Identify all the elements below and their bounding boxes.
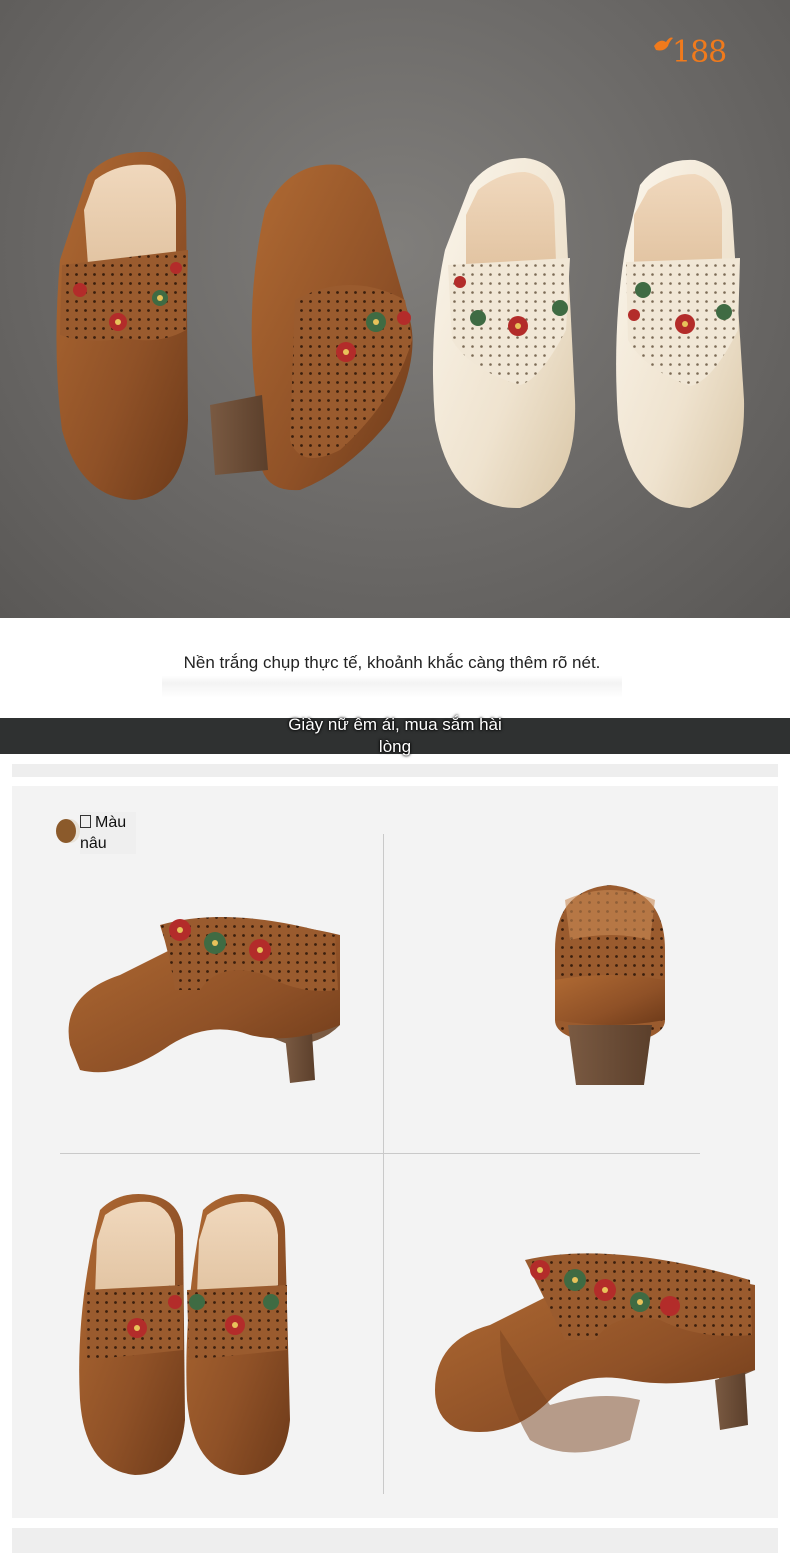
hero-shoes-illustration: [56, 151, 745, 509]
bird-logo-icon: [654, 37, 673, 51]
color-swatch: [56, 819, 76, 843]
shoe-side-view[interactable]: [50, 895, 350, 1095]
brand-logo[interactable]: 188: [652, 34, 770, 72]
product-detail-page: 188 Nền trắng chụp thực tế, khoảnh khắc …: [0, 0, 790, 1553]
shoe-back-view[interactable]: [540, 880, 680, 1095]
brown-shoe-side: [210, 164, 413, 491]
grid-vertical-divider: [383, 834, 384, 1494]
promo-banner-text: Giày nữ êm ái, mua sắm hài lòng: [288, 715, 502, 756]
section-divider: [12, 764, 778, 777]
photo-caption: Nền trắng chụp thực tế, khoảnh khắc càng…: [183, 653, 601, 672]
shoe-top-view[interactable]: [75, 1190, 300, 1480]
shoe-angled-view[interactable]: [430, 1240, 760, 1465]
cream-shoe-top-left: [432, 158, 576, 509]
brown-shoe-top: [56, 151, 188, 500]
color-option-tag[interactable]: Màu nâu: [54, 812, 150, 854]
footer-divider: [12, 1528, 778, 1553]
square-icon: [80, 815, 91, 828]
grid-horizontal-divider: [60, 1153, 700, 1154]
hero-product-photo: 188: [0, 0, 790, 618]
brand-number: 188: [672, 35, 727, 70]
cream-shoe-top-right: [616, 159, 745, 508]
